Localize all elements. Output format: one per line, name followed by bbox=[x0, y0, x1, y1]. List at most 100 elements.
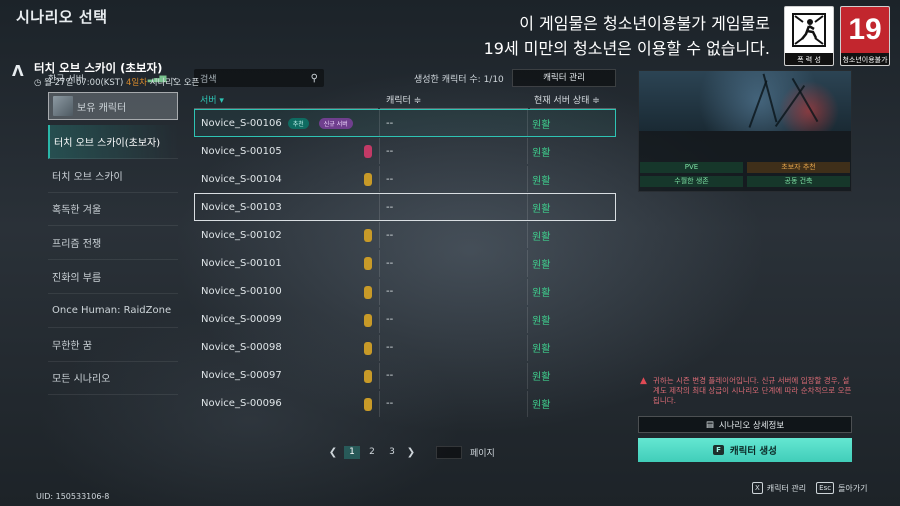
server-table: Novice_S-00106 추천 신규 서버 -- 원활 Novice_S-0… bbox=[194, 109, 616, 418]
sidebar-item-infinite-dream[interactable]: 무한한 꿈 bbox=[48, 328, 178, 362]
table-row[interactable]: Novice_S-00099 -- 원활 bbox=[194, 306, 616, 334]
sidebar-item-harsh-winter[interactable]: 혹독한 겨울 bbox=[48, 193, 178, 227]
page-number-input[interactable] bbox=[436, 446, 462, 459]
sidebar-item-all-scenarios[interactable]: 모든 시나리오 bbox=[48, 362, 178, 396]
character-cell: -- bbox=[379, 222, 527, 249]
table-row[interactable]: Novice_S-00097 -- 원활 bbox=[194, 362, 616, 390]
tag-co-building: 공동 건축 bbox=[747, 176, 850, 187]
new-server-tag: 신규 서버 bbox=[318, 117, 353, 129]
sidebar-item-label: Once Human: RaidZone bbox=[52, 304, 172, 316]
server-name: Novice_S-00099 bbox=[201, 314, 282, 326]
character-cell: -- bbox=[379, 250, 527, 277]
prev-page-icon[interactable]: ❮ bbox=[326, 447, 340, 458]
status-cell: 원활 bbox=[527, 166, 615, 193]
scenario-suffix: 시나리오 오픈 bbox=[149, 78, 200, 88]
create-character-button[interactable]: F 캐릭터 생성 bbox=[638, 438, 852, 462]
detail-button-label: 시나리오 상세정보 bbox=[718, 420, 785, 431]
age-number: 19 bbox=[841, 7, 889, 53]
warning-icon: ▲ bbox=[640, 376, 647, 386]
gold-figure-icon bbox=[364, 257, 372, 271]
table-row[interactable]: Novice_S-00104 -- 원활 bbox=[194, 165, 616, 193]
status-cell: 원활 bbox=[527, 138, 615, 165]
age-rating-badge: 19 청소년이용불가 bbox=[840, 6, 890, 66]
violence-rating-badge: 폭 력 성 bbox=[784, 6, 834, 66]
character-cell: -- bbox=[379, 166, 527, 193]
page-1[interactable]: 1 bbox=[344, 446, 360, 459]
table-row[interactable]: Novice_S-00096 -- 원활 bbox=[194, 390, 616, 418]
create-button-label: 캐릭터 생성 bbox=[729, 446, 777, 457]
server-name: Novice_S-00103 bbox=[201, 201, 282, 213]
table-row[interactable]: Novice_S-00098 -- 원활 bbox=[194, 334, 616, 362]
next-page-icon[interactable]: ❯ bbox=[404, 447, 418, 458]
scenario-date: 월 27일 07:00(KST) bbox=[44, 78, 124, 88]
owned-characters-thumbnail bbox=[53, 96, 73, 116]
status-cell: 원활 bbox=[527, 194, 615, 221]
footer-keybinds: X 캐릭터 관리 Esc 돌아가기 bbox=[752, 482, 868, 494]
character-cell: -- bbox=[379, 362, 527, 389]
warning-text: 귀하는 시즌 변경 플레이어입니다. 신규 서버에 입장할 경우, 설계도 제작… bbox=[652, 376, 852, 405]
recommended-tag: 추천 bbox=[287, 117, 309, 129]
rating-notice: 이 게임물은 청소년이용불가 게임물로 19세 미만의 청소년은 이용할 수 없… bbox=[484, 11, 770, 61]
sidebar-item-label: 터치 오브 스카이 bbox=[52, 171, 123, 183]
character-manage-button[interactable]: 캐릭터 관리 bbox=[512, 69, 616, 87]
sidebar-item-label: 모든 시나리오 bbox=[52, 374, 111, 386]
rating-notice-line2: 19세 미만의 청소년은 이용할 수 없습니다. bbox=[483, 39, 770, 58]
sidebar-item-label: 무한한 꿈 bbox=[52, 340, 92, 352]
status-cell: 원활 bbox=[527, 390, 615, 418]
gold-figure-icon bbox=[364, 229, 372, 243]
table-row[interactable]: Novice_S-00103 -- 원활 bbox=[194, 193, 616, 222]
back-key[interactable]: Esc bbox=[816, 482, 835, 494]
create-key-hint: F bbox=[713, 445, 724, 455]
season-warning: ▲ 귀하는 시즌 변경 플레이어입니다. 신규 서버에 입장할 경우, 설계도 … bbox=[640, 376, 854, 406]
tag-pve: PVE bbox=[640, 162, 743, 173]
scenario-detail-button[interactable]: ▤ 시나리오 상세정보 bbox=[638, 416, 852, 433]
violence-badge-caption: 폭 력 성 bbox=[785, 53, 833, 65]
table-row[interactable]: Novice_S-00102 -- 원활 bbox=[194, 221, 616, 249]
manage-key-label[interactable]: 캐릭터 관리 bbox=[767, 483, 806, 494]
server-name: Novice_S-00104 bbox=[201, 173, 282, 185]
column-header-character[interactable]: 캐릭터 ≑ bbox=[380, 93, 528, 109]
sidebar-item-prism-war[interactable]: 프리즘 전쟁 bbox=[48, 226, 178, 261]
age-badge-caption: 청소년이용불가 bbox=[841, 53, 889, 65]
sidebar-item-call-of-evolution[interactable]: 진화의 부름 bbox=[48, 260, 178, 294]
user-id: UID: 150533106-8 bbox=[36, 492, 110, 501]
status-cell: 원활 bbox=[527, 250, 615, 277]
manage-key[interactable]: X bbox=[752, 482, 763, 494]
search-icon[interactable]: ⚲ bbox=[311, 73, 318, 84]
status-cell: 원활 bbox=[527, 278, 615, 305]
column-header-status[interactable]: 현재 서버 상태 ≑ bbox=[530, 93, 616, 109]
scenario-sidebar: 보유 캐릭터 터치 오브 스카이(초보자) 터치 오브 스카이 혹독한 겨울 프… bbox=[48, 92, 178, 396]
sidebar-item-raidzone[interactable]: Once Human: RaidZone bbox=[48, 294, 178, 328]
table-row[interactable]: Novice_S-00106 추천 신규 서버 -- 원활 bbox=[194, 109, 616, 138]
sidebar-item-owned-characters[interactable]: 보유 캐릭터 bbox=[48, 92, 178, 120]
rating-notice-line1: 이 게임물은 청소년이용불가 게임물로 bbox=[519, 14, 770, 33]
search-placeholder: 검색 bbox=[200, 74, 217, 85]
back-key-label[interactable]: 돌아가기 bbox=[838, 483, 867, 494]
server-name: Novice_S-00101 bbox=[201, 258, 282, 270]
scenario-artwork bbox=[639, 71, 851, 131]
page-3[interactable]: 3 bbox=[384, 446, 400, 459]
page-2[interactable]: 2 bbox=[364, 446, 380, 459]
gold-figure-icon bbox=[364, 313, 372, 327]
status-cell: 원활 bbox=[527, 222, 615, 249]
scenario-logo-icon: Λ bbox=[12, 62, 24, 80]
scenario-tags: PVE 초보자 추천 수월한 생존 공동 건축 bbox=[640, 162, 850, 187]
tag-beginner: 초보자 추천 bbox=[747, 162, 850, 173]
gold-figure-icon bbox=[364, 397, 372, 411]
clock-icon: ◷ bbox=[34, 78, 42, 88]
sidebar-item-label: 진화의 부름 bbox=[52, 273, 102, 285]
pagination: ❮ 1 2 3 ❯ 페이지 bbox=[326, 446, 495, 459]
document-icon: ▤ bbox=[705, 419, 714, 430]
search-input[interactable]: 검색 ⚲ bbox=[194, 69, 324, 87]
gold-figure-icon bbox=[364, 173, 372, 187]
gold-figure-icon bbox=[364, 285, 372, 299]
table-row[interactable]: Novice_S-00101 -- 원활 bbox=[194, 249, 616, 277]
table-row[interactable]: Novice_S-00100 -- 원활 bbox=[194, 278, 616, 306]
table-row[interactable]: Novice_S-00105 -- 원활 bbox=[194, 137, 616, 165]
column-header-server[interactable]: 서버 ▾ bbox=[194, 93, 378, 109]
server-name: Novice_S-00102 bbox=[201, 229, 282, 241]
sidebar-item-touch-of-sky[interactable]: 터치 오브 스카이 bbox=[48, 159, 178, 193]
character-cell: -- bbox=[379, 278, 527, 305]
sidebar-item-touch-of-sky-beginner[interactable]: 터치 오브 스카이(초보자) bbox=[48, 125, 178, 159]
sidebar-item-label: 터치 오브 스카이(초보자) bbox=[54, 137, 161, 149]
